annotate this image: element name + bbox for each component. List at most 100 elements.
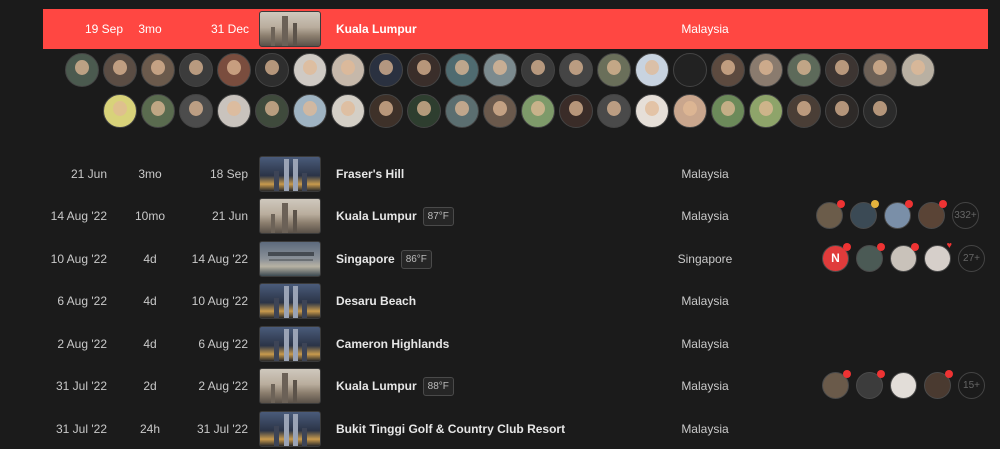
member-avatar[interactable] — [787, 53, 821, 87]
member-avatar[interactable] — [559, 53, 593, 87]
more-members-count[interactable]: 15+ — [958, 372, 985, 399]
trip-country: Malaysia — [681, 22, 729, 36]
member-avatar[interactable] — [331, 94, 365, 128]
member-avatar[interactable] — [293, 53, 327, 87]
member-avatar[interactable] — [597, 53, 631, 87]
trip-end-date: 21 Jun — [211, 209, 248, 223]
member-avatar[interactable] — [445, 94, 479, 128]
member-avatar[interactable] — [407, 94, 441, 128]
member-avatar[interactable] — [483, 53, 517, 87]
trip-city-name[interactable]: Desaru Beach — [336, 294, 416, 308]
member-avatar[interactable] — [635, 53, 669, 87]
member-avatar[interactable] — [103, 53, 137, 87]
trip-duration: 4d — [143, 252, 157, 266]
trip-row[interactable]: 14 Aug '22 10mo 21 Jun Kuala Lumpur 87°F Mala… — [0, 196, 1000, 236]
member-avatar[interactable] — [787, 94, 821, 128]
trip-row[interactable]: 31 Jul '22 2d 2 Aug '22 Kuala Lumpur 88°F Mal… — [0, 366, 1000, 406]
member-avatar[interactable] — [863, 53, 897, 87]
member-avatar[interactable] — [825, 53, 859, 87]
city-thumbnail[interactable] — [259, 283, 321, 319]
member-avatar[interactable] — [890, 243, 919, 272]
trip-city-link[interactable]: Desaru Beach — [336, 281, 416, 321]
member-avatar[interactable] — [918, 200, 947, 229]
trip-city-name[interactable]: Kuala Lumpur — [336, 379, 417, 393]
member-avatar[interactable] — [673, 53, 707, 87]
member-avatar[interactable] — [521, 94, 555, 128]
member-avatar[interactable] — [65, 53, 99, 87]
trip-city-name[interactable]: Kuala Lumpur — [336, 209, 417, 223]
member-avatar[interactable] — [331, 53, 365, 87]
member-avatar[interactable] — [749, 53, 783, 87]
city-thumbnail[interactable] — [259, 156, 321, 192]
member-avatar[interactable] — [850, 200, 879, 229]
member-avatar[interactable] — [103, 94, 137, 128]
brand-logo-icon[interactable]: N — [822, 243, 851, 272]
trip-row[interactable]: 6 Aug '22 4d 10 Aug '22 Desaru Beach Malaysi… — [0, 281, 1000, 321]
member-avatar[interactable] — [407, 53, 441, 87]
trip-city-link[interactable]: Kuala Lumpur 88°F — [336, 366, 454, 406]
member-avatar[interactable] — [856, 243, 885, 272]
current-trip-row[interactable]: 19 Sep 3mo 31 Dec Kuala Lumpur Malaysia — [43, 9, 988, 49]
member-avatar[interactable] — [369, 53, 403, 87]
more-members-count[interactable]: 27+ — [958, 245, 985, 272]
member-avatar[interactable] — [217, 53, 251, 87]
member-avatar[interactable] — [521, 53, 555, 87]
member-avatar[interactable] — [825, 94, 859, 128]
trip-city-name[interactable]: Bukit Tinggi Golf & Country Club Resort — [336, 422, 565, 436]
member-avatar[interactable] — [179, 94, 213, 128]
city-thumbnail[interactable] — [259, 411, 321, 447]
trip-row[interactable]: 10 Aug '22 4d 14 Aug '22 Singapore 86°F Singa… — [0, 239, 1000, 279]
member-avatar[interactable] — [822, 370, 851, 399]
member-avatar[interactable] — [816, 200, 845, 229]
member-avatar[interactable] — [901, 53, 935, 87]
member-avatar[interactable] — [255, 94, 289, 128]
member-avatar[interactable] — [597, 94, 631, 128]
trip-city-link[interactable]: Fraser's Hill — [336, 154, 404, 194]
trip-city-name[interactable]: Cameron Highlands — [336, 337, 449, 351]
member-avatar[interactable] — [711, 94, 745, 128]
city-thumbnail[interactable] — [259, 198, 321, 234]
trip-row[interactable]: 2 Aug '22 4d 6 Aug '22 Cameron Highlands Mal… — [0, 324, 1000, 364]
member-avatar[interactable] — [445, 53, 479, 87]
trip-city-link[interactable]: Cameron Highlands — [336, 324, 449, 364]
trip-country: Malaysia — [681, 422, 729, 436]
member-avatar[interactable] — [141, 94, 175, 128]
trip-city-link[interactable]: Kuala Lumpur — [336, 9, 417, 49]
city-thumbnail[interactable] — [259, 326, 321, 362]
more-members-count[interactable]: 332+ — [952, 202, 979, 229]
trip-row[interactable]: 31 Jul '22 24h 31 Jul '22 Bukit Tinggi Golf… — [0, 409, 1000, 449]
member-avatar[interactable] — [293, 94, 327, 128]
member-avatar[interactable] — [749, 94, 783, 128]
trip-end-date: 18 Sep — [209, 167, 248, 181]
city-thumbnail[interactable] — [259, 368, 321, 404]
member-avatar[interactable] — [856, 370, 885, 399]
member-avatar[interactable] — [711, 53, 745, 87]
member-avatar[interactable] — [884, 200, 913, 229]
member-avatar[interactable] — [890, 372, 917, 399]
trip-duration: 3mo — [138, 22, 162, 36]
member-avatar[interactable] — [559, 94, 593, 128]
trip-city-link[interactable]: Kuala Lumpur 87°F — [336, 196, 454, 236]
trip-end-date: 31 Jul '22 — [197, 422, 248, 436]
member-avatar[interactable] — [141, 53, 175, 87]
trip-city-name[interactable]: Fraser's Hill — [336, 167, 404, 181]
city-thumbnail[interactable] — [259, 241, 321, 277]
member-avatar[interactable] — [863, 94, 897, 128]
member-avatar[interactable] — [924, 370, 953, 399]
member-avatar[interactable] — [483, 94, 517, 128]
member-avatar[interactable] — [255, 53, 289, 87]
trip-city-link[interactable]: Singapore 86°F — [336, 239, 432, 279]
member-avatar[interactable] — [635, 94, 669, 128]
trip-start-date: 19 Sep — [84, 22, 123, 36]
trip-city-link[interactable]: Bukit Tinggi Golf & Country Club Resort — [336, 409, 565, 449]
member-avatar[interactable] — [369, 94, 403, 128]
trip-city-name[interactable]: Singapore — [336, 252, 395, 266]
member-avatar[interactable] — [673, 94, 707, 128]
trip-duration: 2d — [143, 379, 157, 393]
member-avatar[interactable] — [924, 240, 952, 272]
trip-row[interactable]: 21 Jun 3mo 18 Sep Fraser's Hill Malaysia — [0, 154, 1000, 194]
city-thumbnail[interactable] — [259, 11, 321, 47]
temperature-badge: 87°F — [422, 207, 454, 227]
member-avatar[interactable] — [179, 53, 213, 87]
member-avatar[interactable] — [217, 94, 251, 128]
